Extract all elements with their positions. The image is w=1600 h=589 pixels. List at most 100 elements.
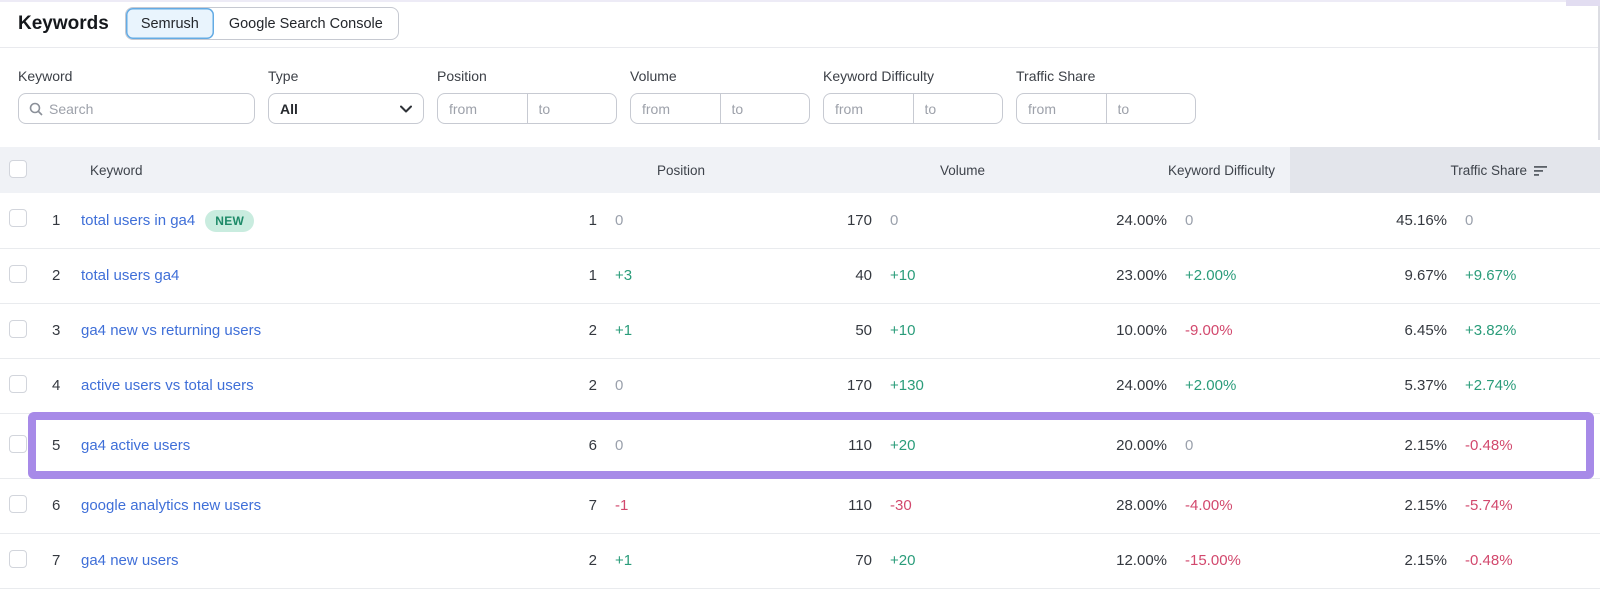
volume-value: 50: [745, 303, 875, 358]
select-all-checkbox[interactable]: [9, 160, 27, 178]
row-checkbox-cell: [0, 248, 44, 303]
page-top-border: [0, 0, 1600, 2]
column-header-volume[interactable]: Volume: [745, 147, 1035, 193]
row-checkbox-cell: [0, 358, 44, 413]
keyword-difficulty-value: 20.00%: [1035, 413, 1170, 478]
column-header-traffic-share[interactable]: Traffic Share: [1290, 147, 1600, 193]
keyword-cell: total users in ga4NEW: [80, 193, 520, 248]
keyword-difficulty-delta: +2.00%: [1170, 248, 1290, 303]
sort-descending-icon: [1533, 164, 1548, 177]
row-checkbox[interactable]: [9, 375, 27, 393]
traffic-share-value: 2.15%: [1290, 413, 1450, 478]
keyword-difficulty-range: [823, 93, 1003, 124]
filter-keyword: Keyword: [18, 68, 255, 124]
keyword-difficulty-from-input[interactable]: [824, 94, 913, 123]
traffic-share-delta: -0.48%: [1450, 413, 1600, 478]
keyword-cell: total users ga4: [80, 248, 520, 303]
table-row: 4active users vs total users20170+13024.…: [0, 358, 1600, 413]
keyword-difficulty-value: 24.00%: [1035, 193, 1170, 248]
position-to-input[interactable]: [528, 94, 617, 123]
filter-volume-label: Volume: [630, 68, 810, 84]
filter-traffic-share-label: Traffic Share: [1016, 68, 1196, 84]
volume-range: [630, 93, 810, 124]
column-header-keyword[interactable]: Keyword: [44, 147, 520, 193]
traffic-share-value: 6.45%: [1290, 303, 1450, 358]
position-value: 2: [520, 358, 600, 413]
keyword-link[interactable]: active users vs total users: [81, 377, 254, 394]
type-select-value: All: [280, 101, 298, 117]
column-header-keyword-difficulty[interactable]: Keyword Difficulty: [1035, 147, 1290, 193]
keyword-link[interactable]: google analytics new users: [81, 497, 261, 514]
position-value: 1: [520, 248, 600, 303]
volume-delta: +10: [875, 248, 1035, 303]
row-checkbox[interactable]: [9, 320, 27, 338]
keyword-search-input[interactable]: [49, 101, 246, 117]
volume-delta: +20: [875, 533, 1035, 588]
keyword-difficulty-delta: -4.00%: [1170, 478, 1290, 533]
position-delta: +3: [600, 248, 745, 303]
traffic-share-delta: -5.74%: [1450, 478, 1600, 533]
table-row: 7ga4 new users2+170+2012.00%-15.00%2.15%…: [0, 533, 1600, 588]
volume-from-input[interactable]: [631, 94, 720, 123]
row-number: 4: [44, 358, 80, 413]
keyword-link[interactable]: total users in ga4: [81, 212, 195, 229]
filter-type: Type All: [268, 68, 424, 124]
row-checkbox[interactable]: [9, 435, 27, 453]
page-title: Keywords: [18, 13, 109, 35]
volume-value: 170: [745, 193, 875, 248]
traffic-share-delta: 0: [1450, 193, 1600, 248]
filter-keyword-difficulty-label: Keyword Difficulty: [823, 68, 1003, 84]
filter-bar: Keyword Type All Position Volume Keyword…: [0, 48, 1600, 124]
keyword-difficulty-value: 12.00%: [1035, 533, 1170, 588]
keyword-difficulty-delta: +2.00%: [1170, 358, 1290, 413]
position-delta: 0: [600, 413, 745, 478]
row-checkbox[interactable]: [9, 209, 27, 227]
keyword-cell: ga4 new vs returning users: [80, 303, 520, 358]
volume-delta: +20: [875, 413, 1035, 478]
volume-to-input[interactable]: [721, 94, 810, 123]
filter-keyword-label: Keyword: [18, 68, 255, 84]
row-checkbox-cell: [0, 478, 44, 533]
row-checkbox-cell: [0, 533, 44, 588]
keyword-link[interactable]: ga4 new vs returning users: [81, 322, 261, 339]
position-delta: -1: [600, 478, 745, 533]
traffic-share-delta: +2.74%: [1450, 358, 1600, 413]
filter-traffic-share: Traffic Share: [1016, 68, 1196, 124]
position-from-input[interactable]: [438, 94, 527, 123]
top-right-fragment: [1566, 0, 1600, 6]
table-header-row: Keyword Position Volume Keyword Difficul…: [0, 147, 1600, 193]
row-number: 3: [44, 303, 80, 358]
keyword-difficulty-to-input[interactable]: [914, 94, 1003, 123]
traffic-share-from-input[interactable]: [1017, 94, 1106, 123]
volume-value: 40: [745, 248, 875, 303]
table-row: 3ga4 new vs returning users2+150+1010.00…: [0, 303, 1600, 358]
search-icon: [29, 102, 43, 116]
traffic-share-to-input[interactable]: [1107, 94, 1196, 123]
keyword-link[interactable]: total users ga4: [81, 267, 179, 284]
type-select[interactable]: All: [268, 93, 424, 124]
volume-delta: +10: [875, 303, 1035, 358]
keyword-difficulty-delta: -9.00%: [1170, 303, 1290, 358]
position-delta: +1: [600, 303, 745, 358]
keyword-link[interactable]: ga4 active users: [81, 437, 190, 454]
row-checkbox[interactable]: [9, 265, 27, 283]
keyword-cell: google analytics new users: [80, 478, 520, 533]
table-row: 6google analytics new users7-1110-3028.0…: [0, 478, 1600, 533]
tab-google-search-console[interactable]: Google Search Console: [214, 8, 398, 39]
filter-position-label: Position: [437, 68, 617, 84]
keyword-link[interactable]: ga4 new users: [81, 552, 179, 569]
chevron-down-icon: [400, 105, 412, 113]
position-delta: 0: [600, 358, 745, 413]
row-checkbox[interactable]: [9, 495, 27, 513]
row-checkbox[interactable]: [9, 550, 27, 568]
column-header-position[interactable]: Position: [520, 147, 745, 193]
tab-semrush[interactable]: Semrush: [126, 8, 214, 39]
volume-delta: 0: [875, 193, 1035, 248]
filter-position: Position: [437, 68, 617, 124]
position-value: 2: [520, 303, 600, 358]
traffic-share-value: 5.37%: [1290, 358, 1450, 413]
traffic-share-delta: +3.82%: [1450, 303, 1600, 358]
volume-delta: +130: [875, 358, 1035, 413]
volume-value: 70: [745, 533, 875, 588]
table-row: 5ga4 active users60110+2020.00%02.15%-0.…: [0, 413, 1600, 478]
